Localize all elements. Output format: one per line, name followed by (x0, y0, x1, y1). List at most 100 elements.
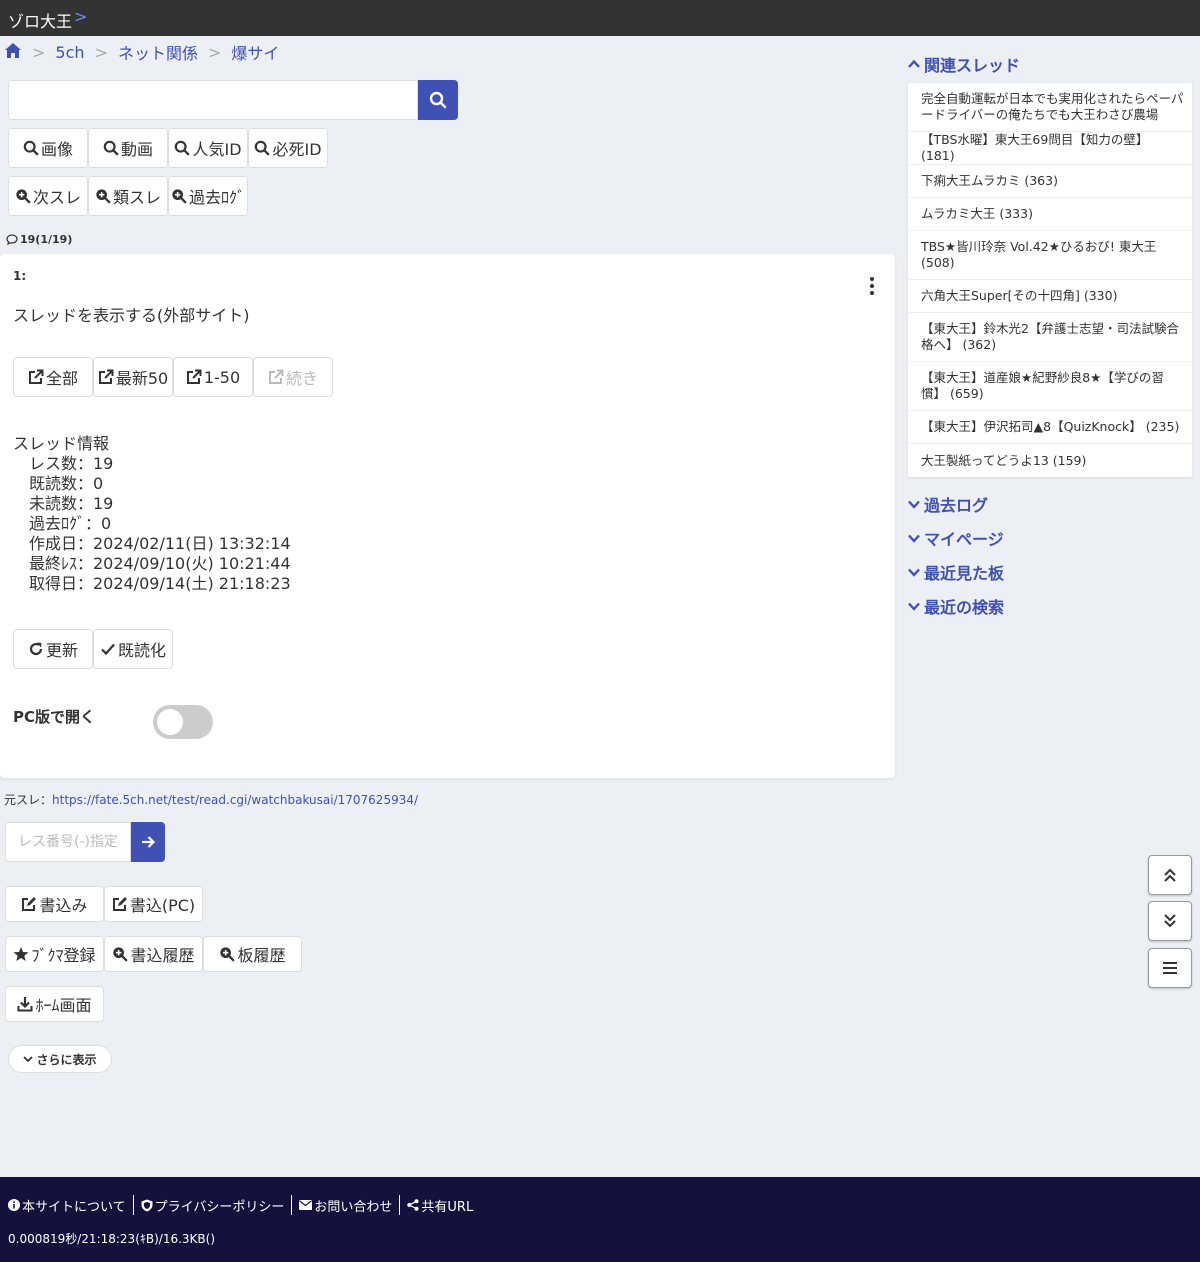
open-1-50-button[interactable]: 1-50 (173, 357, 253, 397)
hamburger-icon (1163, 962, 1177, 974)
source-label: 元スレ： (4, 793, 53, 807)
button-label: 全部 (45, 369, 78, 388)
board-history-button[interactable]: 板履歴 (203, 936, 302, 972)
show-more-button[interactable]: さらに表示 (8, 1045, 112, 1073)
pc-version-toggle[interactable] (153, 705, 213, 739)
button-label: 動画 (120, 140, 153, 159)
past-log-button[interactable]: 過去ﾛｸﾞ (168, 176, 248, 216)
desperate-id-button[interactable]: 必死ID (248, 128, 328, 168)
section-title: 最近見た板 (924, 564, 1005, 583)
share-url-link[interactable]: 共有URL (407, 1196, 480, 1215)
my-page-section[interactable]: マイページ (908, 526, 1004, 550)
video-search-button[interactable]: 動画 (88, 128, 168, 168)
scroll-top-button[interactable] (1148, 855, 1192, 895)
button-label: 板履歴 (237, 946, 286, 965)
site-title[interactable]: ゾロ大王 (8, 8, 72, 32)
section-title: 過去ログ (924, 496, 989, 515)
chevron-down-icon (23, 1056, 34, 1063)
similar-thread-button[interactable]: 類スレ (88, 176, 168, 216)
popular-id-button[interactable]: 人気ID (168, 128, 248, 168)
related-threads-header[interactable]: 関連スレッド (908, 52, 1020, 76)
mark-read-button[interactable]: 既読化 (93, 629, 173, 669)
write-button[interactable]: 書込み (5, 886, 104, 922)
button-label: 次スレ (32, 188, 81, 207)
search-plus-icon (96, 189, 111, 204)
related-thread-item[interactable]: ムラカミ大王 (333) (908, 198, 1192, 231)
breadcrumb-item-net[interactable]: ネット関係 (118, 40, 198, 64)
related-thread-item[interactable]: 下痢大王ムラカミ (363) (908, 165, 1192, 198)
related-thread-item[interactable]: TBS★皆川玲奈 Vol.42★ひるおび! 東大王 (508) (908, 231, 1192, 280)
image-search-button[interactable]: 画像 (8, 128, 88, 168)
button-label: 書込み (39, 896, 88, 915)
edit-icon (22, 897, 37, 911)
footer-divider (132, 1195, 134, 1215)
breadcrumb-separator: > (94, 42, 108, 62)
contact-link[interactable]: お問い合わせ (299, 1196, 399, 1215)
home-icon[interactable] (4, 42, 22, 63)
past-log-section[interactable]: 過去ログ (908, 492, 988, 516)
thread-info-row: 最終ﾚｽ：2024/09/10(火) 10:21:44 (29, 554, 291, 573)
related-thread-item[interactable]: 【TBS水曜】東大王69問目【知力の壁】 (181) (908, 132, 1192, 165)
menu-button[interactable] (1148, 948, 1192, 988)
info-icon (8, 1199, 20, 1211)
related-thread-item[interactable]: 【東大王】鈴木光2【弁護士志望・司法試験合格へ】 (362) (908, 313, 1192, 362)
breadcrumb-item-5ch[interactable]: 5ch (55, 43, 84, 62)
search-input[interactable] (8, 80, 418, 120)
breadcrumb-separator: > (32, 42, 46, 62)
write-history-button[interactable]: 書込履歴 (104, 936, 203, 972)
response-jump-button[interactable] (131, 822, 165, 862)
related-threads-title: 関連スレッド (924, 56, 1021, 75)
open-all-button[interactable]: 全部 (13, 357, 93, 397)
breadcrumb-item-bakusai[interactable]: 爆サイ (231, 40, 279, 64)
edit-icon (112, 897, 127, 911)
search-plus-icon (172, 189, 187, 204)
post-card: 1: スレッドを表示する(外部サイト) 全部 最新50 1-50 続き スレッド… (0, 254, 895, 778)
write-pc-button[interactable]: 書込(PC) (104, 886, 203, 922)
thread-info-title: スレッド情報 (13, 434, 110, 453)
recent-boards-section[interactable]: 最近見た板 (908, 560, 1004, 584)
source-url-link[interactable]: https://fate.5ch.net/test/read.cgi/watch… (52, 793, 418, 807)
toggle-knob (157, 709, 183, 735)
external-link-icon (186, 369, 202, 384)
pc-version-label: PC版で開く (13, 708, 96, 726)
related-thread-item[interactable]: 完全自動運転が日本でも実用化されたらペーパードライバーの俺たちでも大王わさび農場 (908, 83, 1192, 132)
external-thread-link[interactable]: スレッドを表示する(外部サイト) (13, 302, 250, 326)
button-label: 人気ID (192, 140, 242, 159)
refresh-button[interactable]: 更新 (13, 629, 93, 669)
search-icon (23, 140, 39, 156)
open-continue-button[interactable]: 続き (253, 357, 333, 397)
recent-searches-section[interactable]: 最近の検索 (908, 594, 1004, 618)
thread-info-row: レス数：19 (29, 454, 114, 473)
response-number-input[interactable] (5, 822, 131, 862)
chevron-right-icon[interactable]: > (74, 7, 87, 26)
open-latest50-button[interactable]: 最新50 (93, 357, 173, 397)
related-thread-item[interactable]: 【東大王】伊沢拓司▲8【QuizKnock】 (235) (908, 411, 1192, 444)
download-icon (17, 997, 33, 1012)
about-link[interactable]: 本サイトについて (8, 1196, 133, 1215)
privacy-link[interactable]: プライバシーポリシー (141, 1196, 292, 1215)
envelope-icon (299, 1200, 313, 1210)
related-thread-item[interactable]: 【東大王】道産娘★紀野紗良8★【学びの習慣】 (659) (908, 362, 1192, 411)
thread-info-row: 取得日：2024/09/14(土) 21:18:23 (29, 574, 291, 593)
post-number: 1: (13, 269, 27, 283)
next-thread-button[interactable]: 次スレ (8, 176, 88, 216)
link-label: プライバシーポリシー (154, 1199, 285, 1215)
search-button[interactable] (418, 80, 458, 120)
thread-info: スレッド情報 レス数：19 既読数：0 未読数：19 過去ﾛｸﾞ：0 作成日：2… (13, 434, 291, 594)
section-title: 最近の検索 (924, 598, 1005, 617)
chevron-down-icon (908, 500, 920, 509)
scroll-bottom-button[interactable] (1148, 901, 1192, 941)
external-link-icon (268, 369, 284, 384)
shield-icon (141, 1199, 153, 1211)
search-icon (103, 140, 119, 156)
link-label: 本サイトについて (22, 1199, 126, 1215)
search-plus-icon (113, 947, 128, 962)
related-thread-item[interactable]: 大王製紙ってどうよ13 (159) (908, 444, 1192, 477)
button-label: 最新50 (115, 369, 169, 388)
related-thread-item[interactable]: 六角大王Super[その十四角] (330) (908, 280, 1192, 313)
response-count-text: 19(1/19) (20, 233, 73, 246)
home-screen-button[interactable]: ﾎｰﾑ画面 (5, 986, 104, 1022)
more-options-icon[interactable] (870, 277, 874, 298)
thread-info-row: 作成日：2024/02/11(日) 13:32:14 (29, 534, 291, 553)
bookmark-button[interactable]: ﾌﾞｸﾏ登録 (5, 936, 104, 972)
